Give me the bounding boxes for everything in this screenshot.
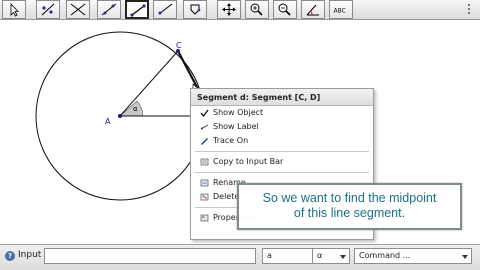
- chevron-down-icon: [340, 255, 346, 259]
- menu-item-label: Show Object: [213, 108, 264, 117]
- input-field[interactable]: [44, 248, 256, 264]
- menu-item-label: Delete: [213, 192, 240, 201]
- command-dropdown-value: Command ...: [359, 251, 411, 260]
- zoom-in-tool-icon: [250, 3, 263, 16]
- video-caption: So we want to find the midpoint of this …: [237, 183, 462, 230]
- caption-line-2: of this line segment.: [293, 206, 406, 220]
- perpendicular-tool-button[interactable]: [36, 0, 60, 19]
- segment-tool-button[interactable]: [125, 0, 149, 19]
- greek-dropdown[interactable]: α: [312, 248, 350, 264]
- menu-separator: [195, 151, 369, 152]
- help-icon[interactable]: ?: [5, 251, 15, 261]
- label-icon: [200, 124, 209, 130]
- menu-item-copy-to-input-bar[interactable]: Copy to Input Bar: [191, 155, 373, 169]
- properties-icon: [200, 214, 209, 222]
- menu-item-show-object[interactable]: Show Object: [191, 106, 373, 120]
- context-menu-title: Segment d: Segment [C, D]: [191, 89, 373, 106]
- input-label: Input: [18, 250, 42, 260]
- greek-dropdown-value: α: [317, 251, 323, 260]
- menu-item-show-label[interactable]: Show Label: [191, 120, 373, 134]
- move-tool-button[interactable]: [2, 0, 26, 19]
- rename-icon: [200, 179, 209, 187]
- line-tool-button[interactable]: [97, 0, 121, 19]
- zoom-out-tool-icon: [278, 3, 291, 16]
- angle-tool-icon: [306, 4, 319, 16]
- toolbar-grip-icon: [468, 4, 470, 14]
- polygon-tool-button[interactable]: [183, 0, 207, 19]
- menu-separator: [195, 172, 369, 173]
- perpendicular-tool-icon: [70, 3, 86, 16]
- segment-a-c[interactable]: [119, 50, 179, 117]
- copy-icon: [200, 158, 209, 166]
- angle-alpha-label: α: [133, 105, 138, 113]
- text-tool-button[interactable]: ABC: [329, 0, 353, 19]
- toolbar: ABC: [0, 0, 480, 20]
- svg-text:ABC: ABC: [334, 8, 346, 15]
- menu-item-label: Show Label: [213, 122, 259, 131]
- menu-item-label: Copy to Input Bar: [213, 157, 284, 166]
- menu-item-trace-on[interactable]: Trace On: [191, 134, 373, 148]
- segment-c-d[interactable]: [177, 50, 199, 90]
- trace-icon: [201, 138, 208, 145]
- polygon-tool-icon: [190, 4, 201, 15]
- move-view-tool-button[interactable]: [217, 0, 241, 19]
- point-c-label: C: [176, 41, 182, 50]
- symbol-dropdown-value: a: [267, 251, 272, 260]
- zoom-in-tool-button[interactable]: [245, 0, 269, 19]
- caption-line-1: So we want to find the midpoint: [262, 191, 437, 205]
- angle-tool-button[interactable]: [301, 0, 325, 19]
- ray-tool-icon: [158, 3, 173, 15]
- intersect-tool-button[interactable]: [66, 0, 90, 19]
- ray-tool-button[interactable]: [153, 0, 177, 19]
- segment-tool-icon: [130, 4, 146, 17]
- point-a[interactable]: [118, 114, 122, 118]
- checkmark-icon: [200, 109, 209, 117]
- input-bar: ? Input a α Command ...: [0, 244, 480, 270]
- zoom-out-tool-button[interactable]: [273, 0, 297, 19]
- menu-item-label: Trace On: [213, 136, 249, 145]
- chevron-down-icon: [462, 255, 468, 259]
- move-view-tool-icon: [222, 3, 236, 16]
- line-tool-icon: [101, 3, 117, 16]
- move-tool-icon: [10, 2, 19, 17]
- point-a-label: A: [105, 117, 111, 126]
- text-tool-icon: ABC: [334, 8, 346, 15]
- command-dropdown[interactable]: Command ...: [354, 248, 472, 264]
- delete-icon: [200, 193, 209, 201]
- point-tool-icon: [41, 3, 55, 16]
